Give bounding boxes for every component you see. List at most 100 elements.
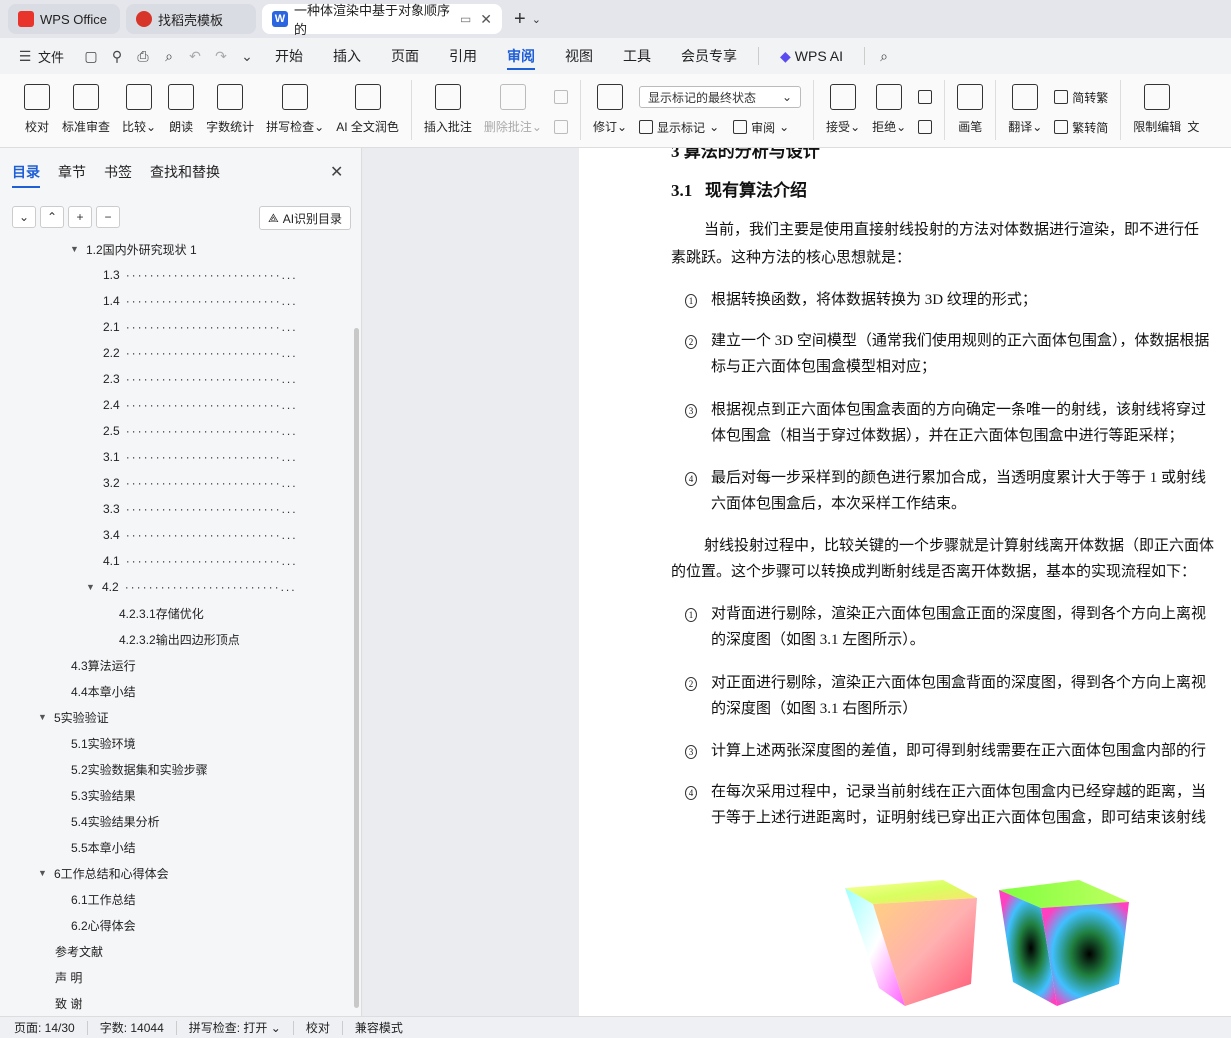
menu-reference[interactable]: 引用 xyxy=(434,38,492,74)
translate-button[interactable]: 翻译⌄ xyxy=(1002,78,1048,142)
remove-icon[interactable]: − xyxy=(96,206,120,228)
read-aloud-button[interactable]: 朗读 xyxy=(162,78,200,142)
print-preview-icon[interactable]: ⌕ xyxy=(158,38,180,74)
toc-item[interactable]: ▼ 4.2 ··························... xyxy=(86,574,344,600)
menu-icon[interactable]: ☰ xyxy=(14,38,36,74)
toc-item[interactable]: 3.3 ··························... xyxy=(103,496,344,522)
toc-item[interactable]: 3.4 ··························... xyxy=(103,522,344,548)
menu-tools[interactable]: 工具 xyxy=(608,38,666,74)
standard-review-button[interactable]: 标准审查 xyxy=(56,78,116,142)
delete-comment-button[interactable]: 删除批注⌄ xyxy=(478,78,548,142)
chevron-down-icon[interactable]: ⌄ xyxy=(236,38,258,74)
toc-item[interactable]: ▼ 5实验验证 xyxy=(38,704,109,730)
to-simplified-button[interactable]: 繁转简 xyxy=(1054,116,1108,138)
toc-item[interactable]: 1.4 ··························... xyxy=(103,288,344,314)
next-comment-icon[interactable] xyxy=(553,120,568,134)
accept-button[interactable]: 接受⌄ xyxy=(820,78,866,142)
add-icon[interactable]: + xyxy=(68,206,92,228)
toc-item[interactable]: 5.2实验数据集和实验步骤 xyxy=(71,756,208,782)
menu-member[interactable]: 会员专享 xyxy=(666,38,752,74)
to-traditional-button[interactable]: 简转繁 xyxy=(1054,86,1108,108)
toc-item[interactable]: 6.2心得体会 xyxy=(71,912,136,938)
review-pane-button[interactable]: 审阅 xyxy=(751,119,775,136)
toc-item[interactable]: ▼ 1.2国内外研究现状 1 xyxy=(70,240,197,262)
tab-toc[interactable]: 目录 xyxy=(12,162,40,188)
toc-item[interactable]: 4.4本章小结 xyxy=(71,678,136,704)
cloud-icon[interactable]: ⚲ xyxy=(106,38,128,74)
search-icon[interactable]: ⌕ xyxy=(873,38,895,74)
more-button[interactable]: 文 xyxy=(1187,78,1199,142)
toc-item[interactable]: 2.4 ··························... xyxy=(103,392,344,418)
next-change-icon[interactable] xyxy=(918,120,933,134)
menu-insert[interactable]: 插入 xyxy=(318,38,376,74)
spell-check-button[interactable]: 拼写检查⌄ xyxy=(260,78,330,142)
toc-item[interactable]: 4.3算法运行 xyxy=(71,652,136,678)
close-icon[interactable]: ✕ xyxy=(330,162,343,182)
file-menu[interactable]: 文件 xyxy=(38,47,64,66)
caret-down-icon[interactable]: ▼ xyxy=(38,712,54,722)
save-icon[interactable]: ▢ xyxy=(80,38,102,74)
show-markup-button[interactable]: 显示标记 xyxy=(657,119,705,136)
menu-wps-ai[interactable]: ◆ WPS AI xyxy=(765,38,858,74)
toc-item[interactable]: 3.1 ··························... xyxy=(103,444,344,470)
toc-item[interactable]: 致 谢 xyxy=(55,990,82,1016)
toc-item[interactable]: 参考文献 xyxy=(55,938,103,964)
tab-bookmarks[interactable]: 书签 xyxy=(104,162,132,188)
toc-item[interactable]: 3.2 ··························... xyxy=(103,470,344,496)
menu-review[interactable]: 审阅 xyxy=(492,38,550,74)
toc-item[interactable]: 声 明 xyxy=(55,964,82,990)
menu-start[interactable]: 开始 xyxy=(260,38,318,74)
undo-icon[interactable]: ↶ xyxy=(184,38,206,74)
toc-item[interactable]: 5.3实验结果 xyxy=(71,782,136,808)
tab-sections[interactable]: 章节 xyxy=(58,162,86,188)
tab-find-replace[interactable]: 查找和替换 xyxy=(150,162,220,188)
previous-comment-icon[interactable] xyxy=(553,90,568,104)
toc-item[interactable]: 6.1工作总结 xyxy=(71,886,136,912)
toc-item[interactable]: 5.1实验环境 xyxy=(71,730,136,756)
menu-page[interactable]: 页面 xyxy=(376,38,434,74)
previous-change-icon[interactable] xyxy=(918,90,933,104)
collapse-icon[interactable]: ⌃ xyxy=(40,206,64,228)
toc-item[interactable]: 5.5本章小结 xyxy=(71,834,136,860)
toc-item[interactable]: 2.3 ··························... xyxy=(103,366,344,392)
caret-down-icon[interactable]: ▼ xyxy=(38,868,54,878)
word-count-button[interactable]: 字数统计 xyxy=(200,78,260,142)
new-tab-icon[interactable]: + xyxy=(514,8,526,31)
insert-comment-button[interactable]: 插入批注 xyxy=(418,78,478,142)
document-page[interactable]: 3 算法的分析与设计 3.1 现有算法介绍 当前，我们主要是使用直接射线投射的方… xyxy=(579,148,1231,1016)
caret-down-icon[interactable]: ▼ xyxy=(70,244,86,254)
redo-icon[interactable]: ↷ xyxy=(210,38,232,74)
toc-item[interactable]: 4.2.3.1存储优化 xyxy=(119,600,204,626)
caret-down-icon[interactable]: ▼ xyxy=(86,582,102,592)
ai-polish-button[interactable]: AI 全文润色 xyxy=(330,78,405,142)
track-changes-button[interactable]: 修订⌄ xyxy=(587,78,633,142)
reject-button[interactable]: 拒绝⌄ xyxy=(866,78,912,142)
page-indicator[interactable]: 页面: 14/30 xyxy=(14,1020,88,1035)
toc-item[interactable]: ▼ 6工作总结和心得体会 xyxy=(38,860,169,886)
spell-check-indicator[interactable]: 拼写检查: 打开 ⌄ xyxy=(189,1020,294,1035)
toc-item[interactable]: 2.5 ··························... xyxy=(103,418,344,444)
scrollbar[interactable] xyxy=(354,328,359,1008)
close-icon[interactable]: ✕ xyxy=(480,11,492,28)
pen-button[interactable]: 画笔 xyxy=(951,78,989,142)
screen-icon[interactable]: ▭ xyxy=(460,12,471,26)
menu-view[interactable]: 视图 xyxy=(550,38,608,74)
toc-item[interactable]: 1.3 ··························... xyxy=(103,262,344,288)
toc-item[interactable]: 2.1 ··························... xyxy=(103,314,344,340)
proofread-indicator[interactable]: 校对 xyxy=(306,1020,343,1035)
word-count-indicator[interactable]: 字数: 14044 xyxy=(100,1020,177,1035)
tab-docer[interactable]: 找稻壳模板 xyxy=(126,4,256,34)
tab-document[interactable]: W 一种体渲染中基于对象顺序的 ▭ ✕ xyxy=(262,3,502,37)
toc-item[interactable]: 2.2 ··························... xyxy=(103,340,344,366)
chevron-down-icon[interactable]: ⌄ xyxy=(532,13,541,26)
proofread-button[interactable]: 校对 xyxy=(18,78,56,142)
markup-state-select[interactable]: 显示标记的最终状态 ⌄ xyxy=(639,86,802,108)
print-icon[interactable]: ⎙ xyxy=(132,38,154,74)
tab-wps-office[interactable]: WPS Office xyxy=(8,4,120,34)
toc-item[interactable]: 5.4实验结果分析 xyxy=(71,808,160,834)
toc-item[interactable]: 4.2.3.2输出四边形顶点 xyxy=(119,626,240,652)
ai-toc-button[interactable]: ⟁ AI识别目录 xyxy=(259,206,351,230)
expand-icon[interactable]: ⌄ xyxy=(12,206,36,228)
toc-item[interactable]: 4.1 ··························... xyxy=(103,548,344,574)
compare-button[interactable]: 比较⌄ xyxy=(116,78,162,142)
